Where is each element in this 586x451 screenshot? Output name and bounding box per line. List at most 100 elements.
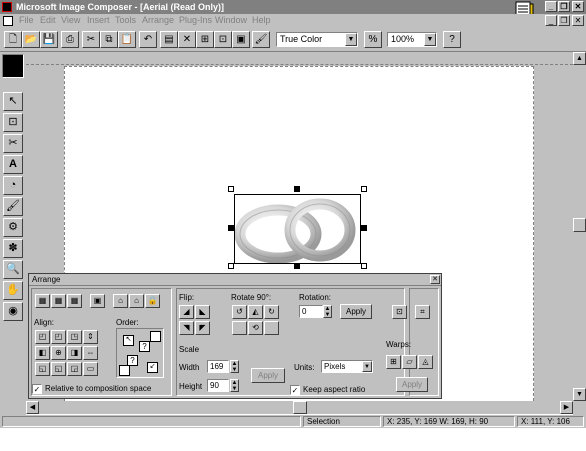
menu-arrange[interactable]: Arrange [142, 15, 174, 25]
insert-sprite-icon[interactable]: ▤ [160, 31, 178, 48]
align-bottom-left-icon[interactable]: ◱ [35, 362, 50, 376]
flip-vertical-mirror-icon[interactable]: ◤ [195, 321, 210, 335]
new-file-icon[interactable]: 🗋 [4, 31, 22, 48]
width-field[interactable]: 169 [207, 360, 229, 373]
warps-apply-button[interactable]: Apply [396, 377, 428, 392]
align-composition-icon[interactable]: ▣ [90, 294, 105, 308]
menu-window[interactable]: Window [215, 15, 247, 25]
order-control[interactable]: ↖ ? ? ↙ [116, 328, 164, 378]
rotate-ccw-icon[interactable]: ↺ [232, 305, 247, 319]
align-centers-icon[interactable]: ▦ [51, 294, 66, 308]
app-icon[interactable] [2, 2, 12, 12]
warp-perspective-icon[interactable]: ⊞ [386, 355, 401, 369]
resize-handle-left[interactable] [228, 225, 234, 231]
scroll-left-icon[interactable]: ◀ [26, 401, 39, 414]
pan-hand-icon[interactable]: ✋ [3, 281, 23, 300]
align-top-left-icon[interactable]: ◰ [35, 330, 50, 344]
selection-box[interactable] [234, 194, 361, 264]
align-edges-icon[interactable]: ▦ [35, 294, 50, 308]
undo-icon[interactable]: ↶ [139, 31, 157, 48]
units-select[interactable]: Pixels ▼ [321, 360, 373, 373]
cutout-scissors-icon[interactable]: ✂ [3, 134, 23, 153]
arrow-select-icon[interactable]: ↖ [3, 92, 23, 111]
rotation-apply-button[interactable]: Apply [340, 304, 372, 319]
order-page-icon[interactable] [150, 331, 161, 342]
align-vertical-center-icon[interactable]: ⇕ [83, 330, 98, 344]
align-grid-icon[interactable]: ▦ [67, 294, 82, 308]
rotate-cw-icon[interactable]: ↻ [264, 305, 279, 319]
order-forward-icon[interactable]: ? [139, 341, 150, 352]
help-pointer-icon[interactable]: ? [443, 31, 461, 48]
order-back-page-icon[interactable] [119, 365, 130, 376]
scroll-up-icon[interactable]: ▲ [573, 52, 586, 65]
chevron-down-icon[interactable]: ▼ [345, 33, 357, 46]
menu-insert[interactable]: Insert [87, 15, 110, 25]
document-icon[interactable] [3, 16, 13, 26]
cut-icon[interactable]: ✂ [82, 31, 100, 48]
zoom-tool-icon[interactable]: 🔍 [3, 260, 23, 279]
scale-apply-button[interactable]: Apply [251, 368, 285, 383]
align-bottom-right-icon[interactable]: ◲ [67, 362, 82, 376]
resize-handle-top-left[interactable] [228, 186, 234, 192]
send-to-back-icon[interactable]: ↙ [147, 362, 158, 373]
scroll-right-icon[interactable]: ▶ [560, 401, 573, 414]
crop-icon[interactable]: ⊞ [196, 31, 214, 48]
resize-handle-top[interactable] [294, 186, 300, 192]
scroll-down-icon[interactable]: ▼ [573, 388, 586, 401]
group-house-icon[interactable]: ⌂ [113, 294, 128, 308]
color-picker-icon[interactable]: ◉ [3, 302, 23, 321]
rotation-spinner[interactable]: ▲ ▼ [323, 305, 332, 318]
open-folder-icon[interactable]: 📂 [22, 31, 40, 48]
height-field[interactable]: 90 [207, 379, 229, 392]
resize-handle-bottom-right[interactable] [361, 263, 367, 269]
bring-to-front-icon[interactable]: ↖ [123, 335, 134, 346]
ungroup-house-icon[interactable]: ⌂ [129, 294, 144, 308]
doc-restore-button[interactable]: ❐ [558, 15, 570, 26]
align-top-center-icon[interactable]: ◰ [51, 330, 66, 344]
group-icon[interactable]: ▣ [232, 31, 250, 48]
paint-brush-icon[interactable]: 🖌 [3, 197, 23, 216]
flip-vertical-icon[interactable]: ◥ [179, 321, 194, 335]
resize-handle-bottom-left[interactable] [228, 263, 234, 269]
vertical-scrollbar[interactable]: ▲ ▼ [573, 52, 586, 401]
vertical-scroll-thumb[interactable] [573, 218, 586, 232]
align-right-icon[interactable]: ◨ [67, 346, 82, 360]
chevron-down-icon[interactable]: ▼ [424, 33, 436, 46]
close-button[interactable]: ✕ [572, 1, 584, 12]
save-icon[interactable]: 💾 [40, 31, 58, 48]
align-distribute-icon[interactable]: ▭ [83, 362, 98, 376]
height-spinner[interactable]: ▲ ▼ [230, 379, 239, 392]
resize-handle-right[interactable] [361, 225, 367, 231]
rotate-180-icon[interactable]: ⟲ [248, 321, 263, 335]
menu-file[interactable]: File [19, 15, 34, 25]
rotate-90-icon[interactable]: ◭ [248, 305, 263, 319]
menu-edit[interactable]: Edit [40, 15, 56, 25]
warp-taper-icon[interactable]: ◬ [418, 355, 433, 369]
doc-minimize-button[interactable]: _ [545, 15, 557, 26]
resize-handle-bottom[interactable] [294, 263, 300, 269]
width-spinner[interactable]: ▲ ▼ [230, 360, 239, 373]
arrange-tool-icon[interactable]: ⊡ [3, 113, 23, 132]
minimize-button[interactable]: _ [545, 1, 557, 12]
align-center-icon[interactable]: ⊕ [51, 346, 66, 360]
rotation-field[interactable]: 0 [299, 305, 323, 318]
align-left-icon[interactable]: ◧ [35, 346, 50, 360]
align-horizontal-center-icon[interactable]: ⇔ [83, 346, 98, 360]
print-icon[interactable]: ⎙ [61, 31, 79, 48]
flip-horizontal-mirror-icon[interactable]: ◣ [195, 305, 210, 319]
delete-icon[interactable]: ✕ [178, 31, 196, 48]
copy-icon[interactable]: ⧉ [100, 31, 118, 48]
menu-view[interactable]: View [61, 15, 80, 25]
current-color-swatch[interactable] [2, 54, 24, 78]
align-top-right-icon[interactable]: ◳ [67, 330, 82, 344]
horizontal-scroll-thumb[interactable] [293, 401, 307, 414]
keep-aspect-checkbox[interactable]: ✓ [290, 385, 300, 395]
color-fill-icon[interactable]: 🖌 [252, 31, 270, 48]
zoom-select[interactable]: 100% ▼ [387, 32, 437, 47]
flip-horizontal-icon[interactable]: ◢ [179, 305, 194, 319]
arrange-icon[interactable]: ⊡ [214, 31, 232, 48]
menu-help[interactable]: Help [252, 15, 271, 25]
crop-to-content-icon[interactable]: ⌗ [415, 305, 430, 319]
relative-checkbox[interactable]: ✓ [32, 384, 42, 394]
doc-close-button[interactable]: ✕ [572, 15, 584, 26]
